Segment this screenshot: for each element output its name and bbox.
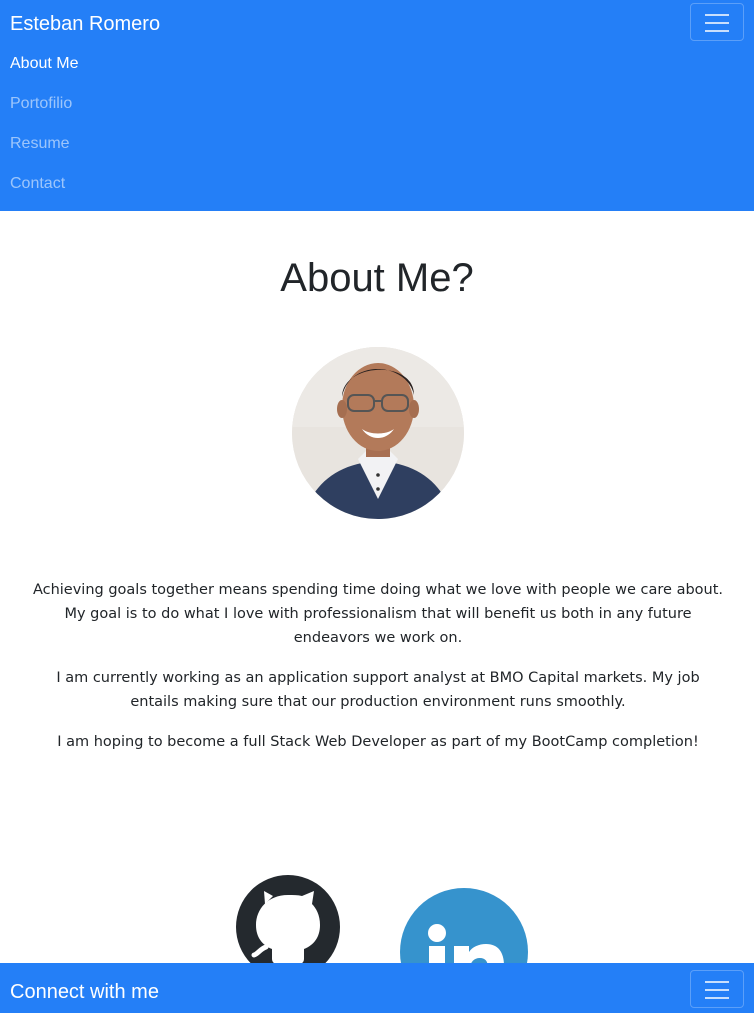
profile-photo xyxy=(292,347,464,519)
social-links xyxy=(0,860,754,1013)
footer-toggler-button[interactable] xyxy=(690,970,744,1008)
about-content: Achieving goals together means spending … xyxy=(30,578,726,770)
navbar-toggler-button[interactable] xyxy=(690,3,744,41)
nav-link-portfolio[interactable]: Portofilio xyxy=(10,95,72,112)
page-title: About Me? xyxy=(280,256,474,300)
about-paragraph-3: I am hoping to become a full Stack Web D… xyxy=(57,734,699,750)
nav-list: About Me Portofilio Resume Contact xyxy=(10,52,78,212)
nav-link-about-me[interactable]: About Me xyxy=(10,55,78,72)
page: Esteban Romero About Me Portofilio Resum… xyxy=(0,0,754,1013)
nav-item-portfolio: Portofilio xyxy=(10,92,78,132)
nav-link-resume[interactable]: Resume xyxy=(10,135,70,152)
bottom-navbar: Connect with me xyxy=(0,963,754,1013)
nav-item-about-me: About Me xyxy=(10,52,78,92)
about-paragraph-1: Achieving goals together means spending … xyxy=(32,582,724,646)
top-navbar: Esteban Romero About Me Portofilio Resum… xyxy=(0,0,754,211)
about-paragraph-2: I am currently working as an application… xyxy=(56,670,700,710)
connect-with-me-label[interactable]: Connect with me xyxy=(10,980,159,1004)
navbar-brand[interactable]: Esteban Romero xyxy=(10,12,160,36)
nav-item-contact: Contact xyxy=(10,172,78,212)
nav-item-resume: Resume xyxy=(10,132,78,172)
nav-link-contact[interactable]: Contact xyxy=(10,175,65,192)
